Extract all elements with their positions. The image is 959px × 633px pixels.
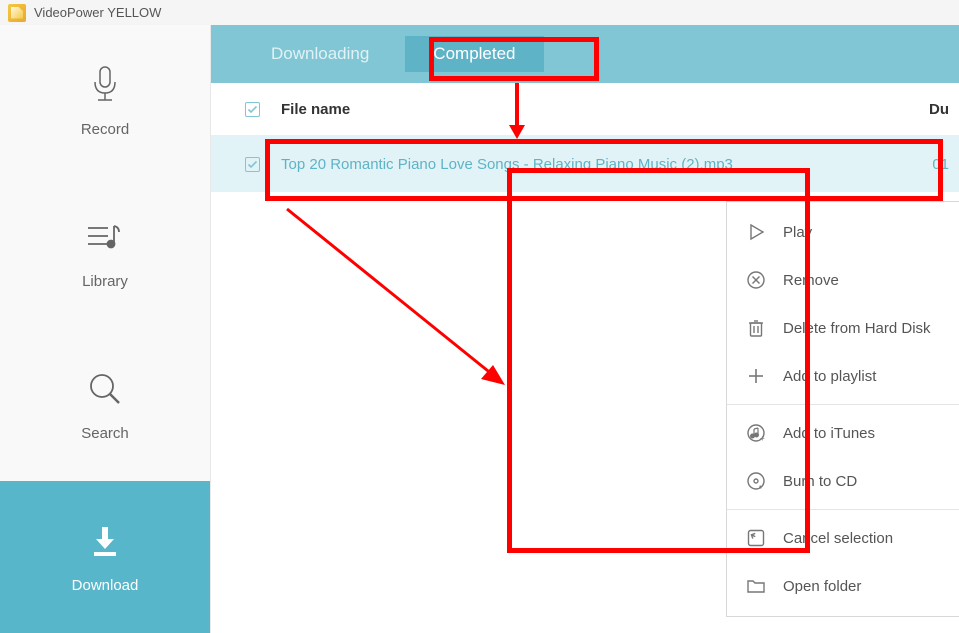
context-menu: Play Remove Delete from Hard Disk Add to… <box>726 201 959 617</box>
sidebar: Record Library S <box>0 25 211 633</box>
context-item-label: Open folder <box>783 578 861 595</box>
context-item-label: Add to iTunes <box>783 425 875 442</box>
sidebar-item-label: Download <box>72 577 139 594</box>
context-item-burn[interactable]: Burn to CD <box>727 457 959 505</box>
context-item-itunes[interactable]: + Add to iTunes <box>727 409 959 457</box>
trash-icon <box>745 317 767 339</box>
tabs-bar: Downloading Completed <box>211 25 959 83</box>
sidebar-item-label: Search <box>81 425 129 442</box>
tab-label: Completed <box>433 44 515 63</box>
column-header-duration[interactable]: Du <box>929 101 949 118</box>
context-item-delete[interactable]: Delete from Hard Disk <box>727 304 959 352</box>
svg-text:+: + <box>760 434 765 443</box>
sidebar-item-label: Library <box>82 273 128 290</box>
app-title: VideoPower YELLOW <box>34 5 161 20</box>
check-icon <box>247 159 258 170</box>
download-icon <box>85 521 125 561</box>
sidebar-item-search[interactable]: Search <box>0 329 210 481</box>
play-icon <box>745 221 767 243</box>
context-divider <box>727 509 959 510</box>
context-item-remove[interactable]: Remove <box>727 256 959 304</box>
context-item-play[interactable]: Play <box>727 208 959 256</box>
check-icon <box>247 104 258 115</box>
plus-icon <box>745 365 767 387</box>
context-item-label: Cancel selection <box>783 530 893 547</box>
context-item-label: Add to playlist <box>783 368 876 385</box>
library-icon <box>85 217 125 257</box>
context-item-label: Play <box>783 224 812 241</box>
tab-completed[interactable]: Completed <box>405 36 543 72</box>
sidebar-item-label: Record <box>81 121 129 138</box>
context-item-open-folder[interactable]: Open folder <box>727 562 959 610</box>
itunes-icon: + <box>745 422 767 444</box>
file-duration: 01 <box>932 156 949 173</box>
main-area: Downloading Completed File name Du Top 2… <box>211 25 959 633</box>
search-icon <box>85 369 125 409</box>
select-all-checkbox[interactable] <box>245 102 260 117</box>
file-name: Top 20 Romantic Piano Love Songs - Relax… <box>281 156 733 173</box>
cancel-icon <box>745 527 767 549</box>
cd-icon <box>745 470 767 492</box>
context-item-label: Delete from Hard Disk <box>783 320 931 337</box>
tab-label: Downloading <box>271 44 369 63</box>
sidebar-item-record[interactable]: Record <box>0 25 210 177</box>
app-logo <box>8 4 26 22</box>
folder-icon <box>745 575 767 597</box>
microphone-icon <box>85 65 125 105</box>
context-item-label: Remove <box>783 272 839 289</box>
context-item-add-playlist[interactable]: Add to playlist <box>727 352 959 400</box>
sidebar-item-library[interactable]: Library <box>0 177 210 329</box>
column-header-filename[interactable]: File name <box>281 101 350 118</box>
context-item-cancel-selection[interactable]: Cancel selection <box>727 514 959 562</box>
remove-icon <box>745 269 767 291</box>
table-row[interactable]: Top 20 Romantic Piano Love Songs - Relax… <box>211 136 959 192</box>
sidebar-item-download[interactable]: Download <box>0 481 210 633</box>
context-item-label: Burn to CD <box>783 473 857 490</box>
row-checkbox[interactable] <box>245 157 260 172</box>
table-header: File name Du <box>211 83 959 136</box>
context-divider <box>727 404 959 405</box>
title-bar: VideoPower YELLOW <box>0 0 959 25</box>
tab-downloading[interactable]: Downloading <box>243 36 397 72</box>
